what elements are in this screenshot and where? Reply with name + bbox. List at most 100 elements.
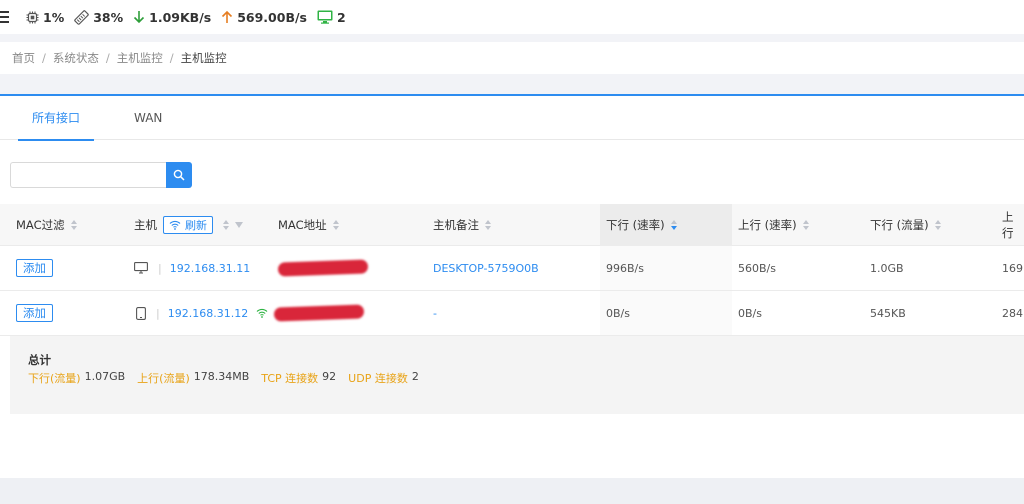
monitor-icon [317,10,333,24]
note-cell[interactable]: DESKTOP-5759O0B [433,246,539,290]
interface-tabs: 所有接口 WAN [0,96,1024,141]
col-host[interactable]: 主机 刷新 [134,204,243,246]
breadcrumb-home[interactable]: 首页 [12,50,35,66]
online-value: 2 [337,9,346,25]
tab-wan[interactable]: WAN [134,96,162,140]
col-note[interactable]: 主机备注 [433,204,491,246]
col-mac-filter[interactable]: MAC过滤 [16,204,77,246]
col-note-label: 主机备注 [433,218,479,232]
mac-filter-cell: 添加 [16,291,53,335]
redaction-mark [277,259,369,277]
phone-icon [136,306,146,320]
table-header: MAC过滤 主机 刷新 MAC地址 主机备注 下行 (速率) 上行 (速率) 下… [0,204,1024,246]
redaction-mark [273,304,365,322]
refresh-label: 刷新 [185,219,207,232]
search-input[interactable] [10,162,166,188]
table-row: 添加 | 192.168.31.12 - 0B/s 0B/s 545KB 284 [0,291,1024,336]
add-button[interactable]: 添加 [16,304,53,322]
filter-icon[interactable] [235,222,243,228]
down-rate-cell: 996B/s [606,261,644,275]
total-down-flow-value: 1.07GB [84,370,126,383]
up-flow-cell: 169. [1002,261,1024,275]
sort-icon[interactable] [485,220,491,230]
sort-icon[interactable] [934,220,941,230]
down-flow-cell: 1.0GB [870,261,904,275]
mac-filter-cell: 添加 [16,246,53,290]
table-row: 添加 | 192.168.31.11 DESKTOP-5759O0B 996B/… [0,246,1024,291]
breadcrumb-current: 主机监控 [180,51,227,65]
mac-cell [277,246,369,290]
monitor-icon [134,262,148,274]
up-rate-cell: 560B/s [738,261,776,275]
refresh-button[interactable]: 刷新 [163,216,213,234]
memory-icon [74,9,89,25]
download-stat: 1.09KB/s [133,10,211,25]
breadcrumb-separator: / [42,51,46,65]
arrow-up-icon [222,10,233,23]
total-down-flow-label: 下行(流量) [28,372,81,385]
totals-panel: 总计 下行(流量) 1.07GB 上行(流量) 178.34MB TCP 连接数… [10,336,1024,414]
host-cell: | 192.168.31.11 [134,246,250,290]
col-down-rate[interactable]: 下行 (速率) [600,204,732,246]
totals-title: 总计 [28,353,51,367]
up-flow-cell: 284 [1002,306,1023,320]
wifi-icon [256,308,268,318]
tcp-connections-label: TCP 连接数 [261,372,319,385]
totals-line: 下行(流量) 1.07GB 上行(流量) 178.34MB TCP 连接数 92… [28,370,431,386]
sort-icon[interactable] [70,220,77,230]
cpu-value: 1% [43,9,65,25]
upload-value: 569.00B/s [237,9,307,25]
download-value: 1.09KB/s [149,9,212,25]
cpu-stat: 1% [26,10,64,25]
col-down-flow-label: 下行 (流量) [870,218,929,232]
search-button[interactable] [166,162,192,188]
host-ip[interactable]: 192.168.31.11 [170,262,250,275]
col-down-flow[interactable]: 下行 (流量) [870,204,941,246]
divider: | [158,261,162,275]
col-up-flow-label: 上行 [1002,210,1014,240]
add-button[interactable]: 添加 [16,259,53,277]
search-icon [173,169,185,181]
col-up-rate[interactable]: 上行 (速率) [738,204,809,246]
col-up-rate-label: 上行 (速率) [738,218,797,232]
sort-icon[interactable] [802,220,809,230]
breadcrumb: 首页 / 系统状态 / 主机监控 / 主机监控 [0,42,1024,74]
online-stat: 2 [317,10,346,25]
up-rate-cell: 0B/s [738,306,762,320]
search-box [10,162,192,188]
total-up-flow-value: 178.34MB [193,370,250,383]
memory-stat: 38% [74,10,123,25]
note-cell[interactable]: - [433,291,437,335]
breadcrumb-host-monitor[interactable]: 主机监控 [117,50,163,66]
down-rate-cell: 0B/s [606,306,630,320]
host-cell: | 192.168.31.12 [136,291,268,335]
col-host-label: 主机 [134,218,157,232]
col-up-flow[interactable]: 上行 [1002,204,1024,246]
sort-icon[interactable] [332,220,339,230]
col-mac-label: MAC地址 [278,218,327,232]
memory-value: 38% [93,9,124,25]
arrow-down-icon [134,11,145,24]
status-bar: 1% 38% 1.09KB/s 569.00B/s 2 [0,0,1024,34]
sort-desc-icon[interactable] [670,220,677,230]
col-mac-filter-label: MAC过滤 [16,218,65,232]
cpu-icon [26,11,39,23]
upload-stat: 569.00B/s [221,10,307,25]
tcp-connections-value: 92 [322,370,337,383]
page-footer-area [0,478,1024,504]
tab-all-interfaces[interactable]: 所有接口 [17,96,95,141]
down-flow-cell: 545KB [870,306,906,320]
col-mac[interactable]: MAC地址 [278,204,339,246]
divider: | [156,306,160,320]
breadcrumb-system-status[interactable]: 系统状态 [53,50,99,66]
udp-connections-label: UDP 连接数 [348,372,408,385]
total-up-flow-label: 上行(流量) [137,372,190,385]
menu-icon[interactable] [0,10,14,24]
host-monitor-panel: 所有接口 WAN MAC过滤 主机 刷新 MAC地址 主机备注 下行 (速率) … [0,94,1024,478]
wifi-icon [169,220,181,230]
udp-connections-value: 2 [411,370,419,383]
col-down-rate-label: 下行 (速率) [606,218,665,232]
host-ip[interactable]: 192.168.31.12 [168,307,248,320]
sort-icon[interactable] [223,220,229,230]
breadcrumb-separator: / [169,51,174,65]
